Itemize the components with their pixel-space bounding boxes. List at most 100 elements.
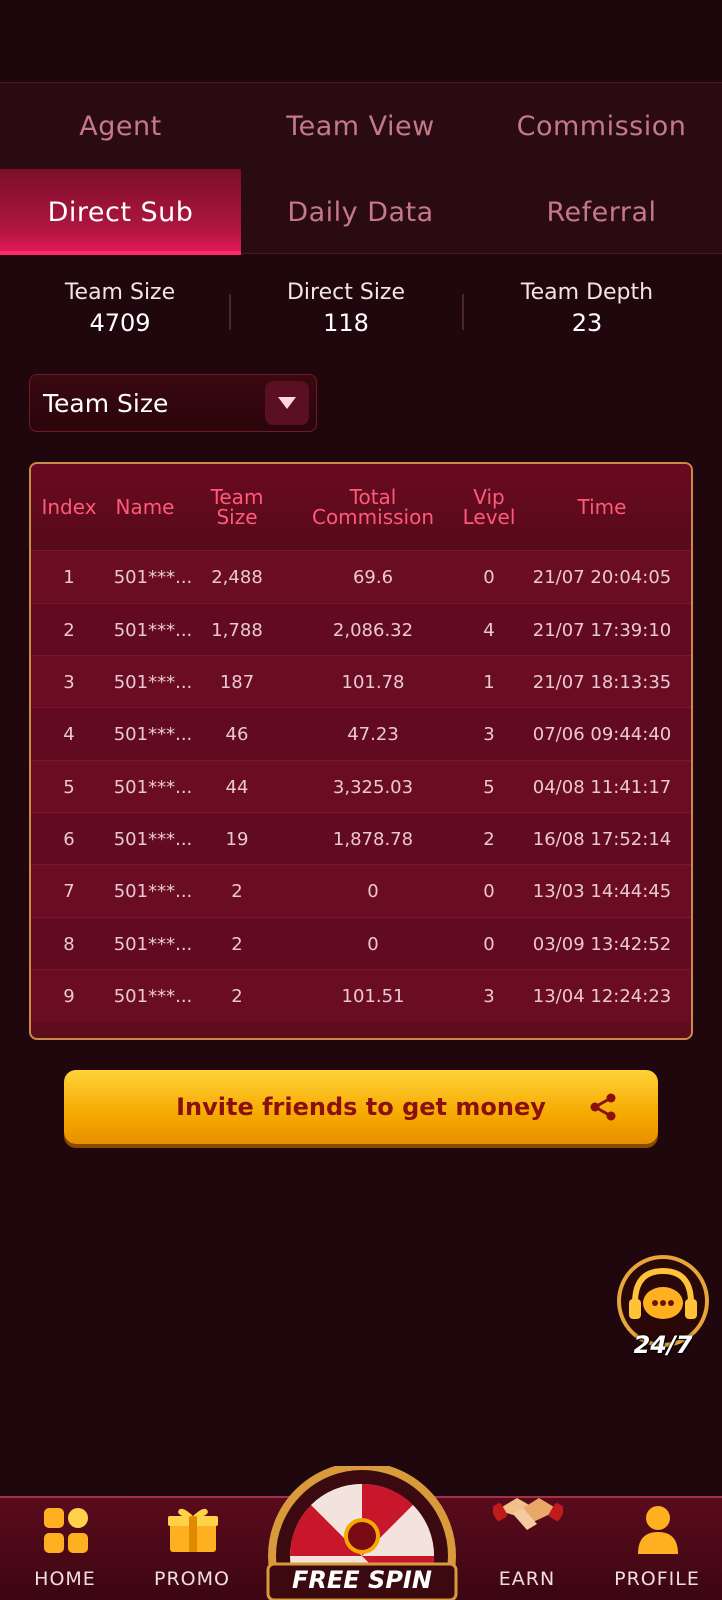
nav-profile[interactable]: PROFILE	[597, 1498, 717, 1600]
cell-name: 501***...	[113, 723, 193, 745]
cell-team-size: 1,788	[211, 619, 263, 641]
cell-time: 21/07 20:04:05	[532, 566, 672, 588]
table-row: 6 501***... 19 1,878.78 2 16/08 17:52:14	[31, 812, 691, 865]
cell-vip-level: 0	[483, 933, 495, 955]
cell-index: 3	[63, 671, 75, 693]
table-row: 8 501***... 2 0 0 03/09 13:42:52	[31, 917, 691, 970]
cell-index: 6	[63, 828, 75, 850]
tab-direct-sub[interactable]: Direct Sub	[0, 169, 241, 255]
stat-label: Team Size	[64, 280, 176, 305]
cell-index: 2	[63, 619, 75, 641]
cell-commission: 0	[367, 880, 379, 902]
gift-icon	[168, 1508, 218, 1552]
invite-friends-button[interactable]: Invite friends to get money	[64, 1070, 658, 1144]
chevron-down-icon[interactable]	[265, 381, 309, 425]
cell-commission: 101.78	[341, 671, 405, 693]
cell-vip-level: 0	[483, 566, 495, 588]
table-row: 4 501***... 46 47.23 3 07/06 09:44:40	[31, 707, 691, 760]
cell-vip-level: 5	[483, 776, 495, 798]
sort-dropdown[interactable]: Team Size	[29, 374, 317, 432]
nav-label: HOME	[34, 1568, 96, 1590]
cell-vip-level: 1	[483, 671, 495, 693]
cell-index: 8	[63, 933, 75, 955]
tab-commission[interactable]: Commission	[481, 83, 722, 169]
cell-vip-level: 0	[483, 880, 495, 902]
tab-agent[interactable]: Agent	[0, 83, 241, 169]
table-header: Index Name Team Size Total Commission Vi…	[31, 464, 691, 550]
cell-time: 13/04 12:24:23	[532, 985, 672, 1007]
col-time: Time	[577, 495, 627, 519]
nav-label: FREE SPIN	[292, 1566, 432, 1594]
cell-team-size: 2	[231, 985, 243, 1007]
table-row: 2 501***... 1,788 2,086.32 4 21/07 17:39:10	[31, 603, 691, 656]
cell-team-size: 46	[225, 723, 249, 745]
cell-name: 501***...	[113, 985, 193, 1007]
cell-commission: 47.23	[347, 723, 399, 745]
cell-index: 5	[63, 776, 75, 798]
cell-team-size: 44	[225, 776, 249, 798]
support-chat-button[interactable]: 24/7	[613, 1253, 713, 1363]
tab-referral[interactable]: Referral	[481, 169, 722, 255]
nav-earn[interactable]: EARN	[467, 1498, 587, 1600]
col-team-size: Team Size	[210, 485, 264, 529]
col-index: Index	[41, 495, 97, 519]
cell-commission: 2,086.32	[332, 619, 414, 641]
cell-name: 501***...	[113, 671, 193, 693]
cell-time: 13/03 14:44:45	[532, 880, 672, 902]
stat-team-depth: Team Depth 23	[467, 280, 707, 337]
cell-time: 07/06 09:44:40	[532, 723, 672, 745]
stat-value: 4709	[89, 309, 151, 337]
col-name: Name	[115, 495, 175, 519]
team-stats: Team Size 4709 Direct Size 118 Team Dept…	[0, 280, 722, 350]
cell-vip-level: 2	[483, 828, 495, 850]
home-icon	[44, 1508, 88, 1553]
sort-dropdown-value: Team Size	[43, 389, 169, 418]
stat-label: Direct Size	[286, 280, 406, 305]
cell-name: 501***...	[113, 776, 193, 798]
cell-index: 1	[63, 566, 75, 588]
tab-daily-data[interactable]: Daily Data	[240, 169, 481, 255]
nav-home[interactable]: HOME	[5, 1498, 125, 1600]
cell-time: 16/08 17:52:14	[532, 828, 672, 850]
table-row: 5 501***... 44 3,325.03 5 04/08 11:41:17	[31, 760, 691, 813]
tab-bar: Agent Team View Commission Direct Sub Da…	[0, 82, 722, 255]
cell-team-size: 19	[225, 828, 249, 850]
cell-vip-level: 3	[483, 723, 495, 745]
tab-team-view[interactable]: Team View	[240, 83, 481, 169]
cell-commission: 69.6	[352, 566, 394, 588]
support-label: 24/7	[633, 1331, 693, 1359]
cell-time: 04/08 11:41:17	[532, 776, 672, 798]
cell-index: 9	[63, 985, 75, 1007]
handshake-icon	[493, 1498, 563, 1530]
nav-label: PROMO	[154, 1568, 230, 1590]
cell-commission: 101.51	[341, 985, 405, 1007]
cell-commission: 3,325.03	[332, 776, 414, 798]
cell-name: 501***...	[113, 619, 193, 641]
stat-team-size: Team Size 4709	[0, 280, 240, 337]
cell-commission: 0	[367, 933, 379, 955]
nav-free-spin[interactable]: FREE SPIN	[262, 1462, 462, 1600]
nav-label: PROFILE	[614, 1568, 700, 1590]
cell-commission: 1,878.78	[332, 828, 414, 850]
cell-time: 03/09 13:42:52	[532, 933, 672, 955]
table-row: 9 501***... 2 101.51 3 13/04 12:24:23	[31, 969, 691, 1022]
nav-promo[interactable]: PROMO	[132, 1498, 252, 1600]
table-row: 7 501***... 2 0 0 13/03 14:44:45	[31, 864, 691, 917]
cell-name: 501***...	[113, 880, 193, 902]
cell-vip-level: 3	[483, 985, 495, 1007]
cell-team-size: 2	[231, 933, 243, 955]
stat-value: 118	[323, 309, 369, 337]
user-icon	[638, 1506, 678, 1554]
col-total-commission: Total Commission	[311, 485, 435, 529]
share-icon	[588, 1092, 618, 1126]
cell-name: 501***...	[113, 566, 193, 588]
cell-name: 501***...	[113, 828, 193, 850]
cell-index: 4	[63, 723, 75, 745]
stat-label: Team Depth	[520, 280, 654, 305]
cell-team-size: 2,488	[211, 566, 263, 588]
stat-value: 23	[571, 309, 603, 337]
nav-label: EARN	[498, 1568, 556, 1590]
cell-index: 7	[63, 880, 75, 902]
cell-time: 21/07 17:39:10	[532, 619, 672, 641]
invite-label: Invite friends to get money	[176, 1093, 546, 1121]
